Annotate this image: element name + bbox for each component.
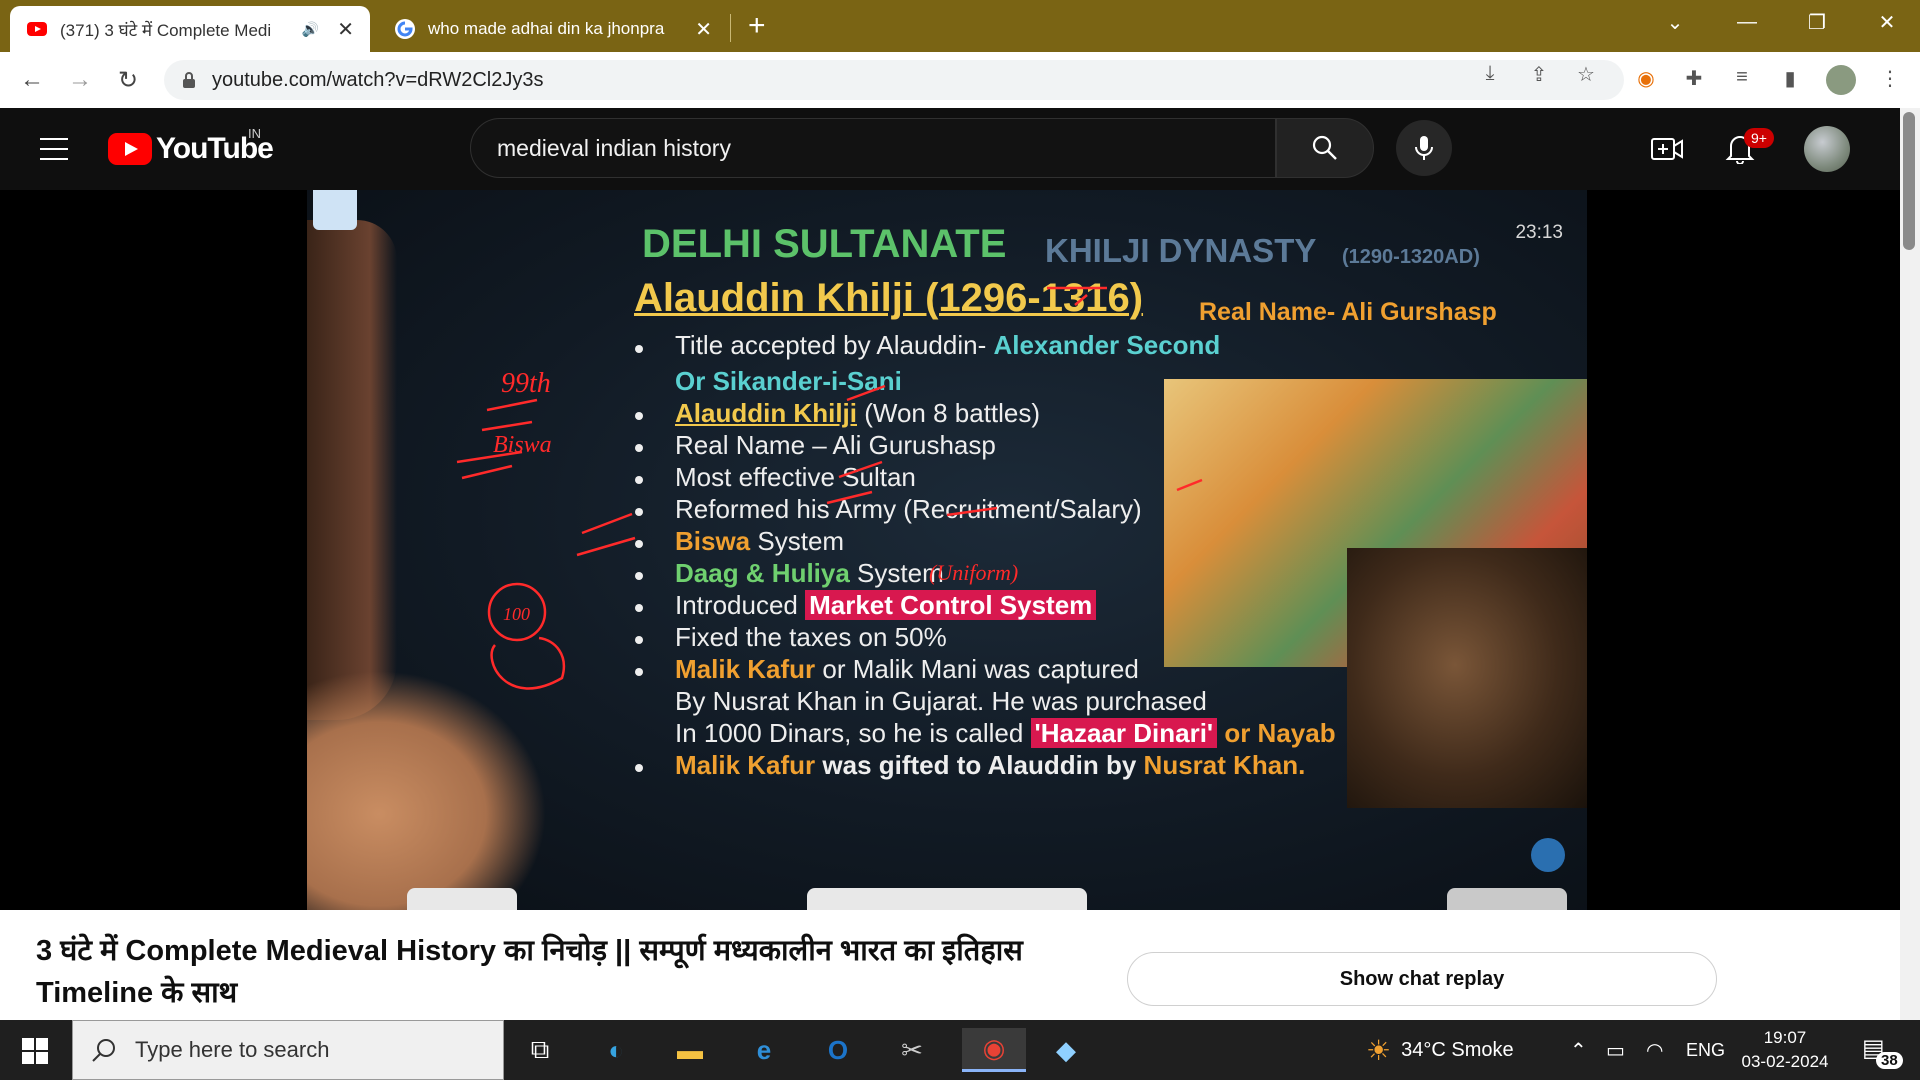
search-input[interactable]: medieval indian history — [470, 118, 1276, 178]
browser-tabstrip: (371) 3 घंटे में Complete Medi 🔊 ✕ who m… — [0, 0, 1920, 52]
clock-time: 19:07 — [1763, 1028, 1807, 1047]
country-code: IN — [248, 126, 261, 141]
scrollbar-thumb[interactable] — [1903, 112, 1915, 250]
reload-button[interactable]: ↻ — [112, 64, 144, 96]
profile-avatar[interactable] — [1826, 65, 1856, 95]
language-indicator[interactable]: ENG — [1686, 1020, 1725, 1080]
video-frame[interactable]: 23:13 DELHI SULTANATE KHILJI DYNASTY (12… — [307, 190, 1587, 910]
handwritten-note: 100 — [503, 604, 530, 624]
notification-count-badge: 38 — [1876, 1052, 1903, 1069]
side-panel-icon[interactable]: ▮ — [1776, 66, 1804, 94]
search-query: medieval indian history — [497, 134, 731, 161]
microphone-icon — [1415, 136, 1433, 160]
weather-icon: ☀ — [1366, 1034, 1392, 1066]
show-hidden-icons-chevron-icon[interactable]: ⌃ — [1570, 1020, 1587, 1080]
snipping-tool-icon[interactable]: ✂ — [890, 1028, 934, 1072]
video-info: 3 घंटे में Complete Medieval History का … — [0, 910, 1900, 1020]
video-title: 3 घंटे में Complete Medieval History का … — [36, 935, 1023, 1009]
tab-search-chevron-icon[interactable]: ⌄ — [1640, 0, 1710, 44]
channel-watermark-icon[interactable] — [1531, 838, 1565, 872]
show-chat-replay-button[interactable]: Show chat replay — [1127, 952, 1717, 1006]
extension-icon[interactable]: ◉ — [1632, 66, 1660, 94]
close-tab-icon[interactable]: ✕ — [337, 17, 354, 42]
handwritten-note: 99th — [501, 368, 551, 399]
speaker-icon[interactable]: 🔊 — [302, 21, 319, 38]
clock-date: 03-02-2024 — [1741, 1052, 1829, 1071]
address-bar[interactable]: youtube.com/watch?v=dRW2Cl2Jy3s — [164, 60, 1624, 100]
windows-taskbar: Type here to search ⧉ ◐ ▬ e O ✂ ◉ ◆ ☀ 34… — [0, 1020, 1920, 1080]
wifi-icon[interactable]: ◠ — [1646, 1020, 1663, 1080]
forward-button[interactable]: → — [64, 64, 96, 96]
search-placeholder: Type here to search — [135, 1037, 330, 1062]
internet-explorer-icon[interactable]: e — [742, 1028, 786, 1072]
search-icon — [1312, 135, 1337, 160]
system-clock[interactable]: 19:07 03-02-2024 — [1730, 1026, 1840, 1074]
handwritten-note: Biswa — [493, 432, 552, 458]
weather-widget[interactable]: ☀ 34°C Smoke — [1366, 1020, 1514, 1080]
create-video-icon[interactable] — [1650, 134, 1684, 164]
tab-title: (371) 3 घंटे में Complete Medi — [60, 20, 272, 40]
voice-search-button[interactable] — [1396, 120, 1452, 176]
install-app-icon[interactable]: ⤓ — [1476, 62, 1504, 84]
video-player[interactable]: 23:13 DELHI SULTANATE KHILJI DYNASTY (12… — [0, 190, 1900, 910]
weather-text: 34°C Smoke — [1401, 1038, 1514, 1061]
bookmark-star-icon[interactable]: ☆ — [1572, 62, 1600, 86]
lock-icon[interactable] — [182, 72, 196, 88]
task-view-icon[interactable]: ⧉ — [518, 1028, 562, 1072]
windows-start-icon[interactable] — [22, 1038, 48, 1064]
restore-button[interactable]: ❐ — [1782, 0, 1852, 44]
notepad-app-icon[interactable]: ◆ — [1044, 1028, 1088, 1072]
notification-badge: 9+ — [1744, 128, 1774, 148]
search-icon — [92, 1039, 115, 1062]
hamburger-menu-icon[interactable] — [40, 138, 68, 168]
account-avatar[interactable] — [1804, 126, 1850, 172]
tab-google[interactable]: who made adhai din ka jhonpra ✕ — [378, 6, 728, 52]
handwritten-note: (Uniform) — [929, 560, 1018, 585]
file-explorer-icon[interactable]: ▬ — [668, 1028, 712, 1072]
new-tab-button[interactable]: + — [748, 8, 766, 44]
tab-youtube[interactable]: (371) 3 घंटे में Complete Medi 🔊 ✕ — [10, 6, 370, 52]
minimize-button[interactable]: — — [1712, 0, 1782, 44]
outlook-icon[interactable]: O — [816, 1028, 860, 1072]
taskbar-search-input[interactable]: Type here to search — [72, 1020, 504, 1080]
close-window-button[interactable]: ✕ — [1852, 0, 1920, 44]
battery-icon[interactable]: ▭ — [1606, 1020, 1625, 1080]
drawing-toolbar — [407, 888, 517, 910]
url-text: youtube.com/watch?v=dRW2Cl2Jy3s — [212, 68, 544, 91]
media-control-icon[interactable]: ≡ — [1728, 66, 1756, 94]
google-favicon-icon — [395, 19, 415, 39]
share-icon[interactable]: ⇪ — [1525, 62, 1553, 86]
extensions-puzzle-icon[interactable]: ✚ — [1680, 66, 1708, 94]
handwriting-overlay: 99th Biswa (Uniform) 100 — [456, 286, 1203, 690]
edge-icon[interactable]: ◐ — [594, 1028, 638, 1072]
tab-title: who made adhai din ka jhonpra — [428, 19, 665, 38]
youtube-logo[interactable]: YouTube IN — [108, 126, 274, 166]
browser-toolbar: ← → ↻ youtube.com/watch?v=dRW2Cl2Jy3s ⤓ … — [0, 52, 1920, 108]
chrome-icon[interactable]: ◉ — [962, 1028, 1026, 1072]
search-button[interactable] — [1276, 118, 1374, 178]
youtube-favicon-icon — [27, 22, 47, 36]
slide-navigation — [1447, 888, 1567, 910]
drawing-tools-palette — [807, 888, 1087, 910]
menu-kebab-icon[interactable]: ⋮ — [1876, 66, 1904, 94]
close-tab-icon[interactable]: ✕ — [695, 17, 712, 42]
youtube-header: YouTube IN medieval indian history 9+ — [0, 108, 1900, 190]
tab-separator — [730, 14, 731, 42]
back-button[interactable]: ← — [16, 64, 48, 96]
youtube-play-icon — [108, 133, 152, 165]
